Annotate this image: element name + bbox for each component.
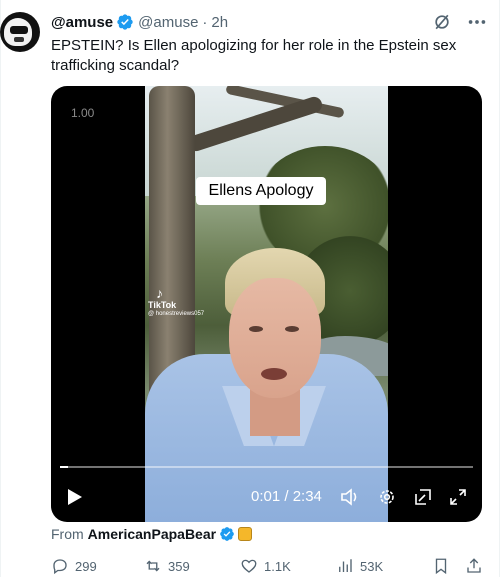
tweet-header: @amuse @amuse · 2h bbox=[51, 12, 228, 32]
more-horizontal-icon[interactable] bbox=[466, 12, 488, 32]
video-source-attribution: From AmericanPapaBear bbox=[51, 524, 253, 544]
tweet-actions: 299 359 1.1K 53K bbox=[51, 556, 491, 576]
video-progress-bar[interactable] bbox=[60, 466, 473, 468]
tweet-text: EPSTEIN? Is Ellen apologizing for her ro… bbox=[51, 37, 457, 74]
tiktok-logo-icon: ♪ bbox=[156, 285, 163, 301]
video-person-eye bbox=[285, 326, 299, 332]
repost-count: 359 bbox=[168, 558, 190, 574]
reply-count: 299 bbox=[75, 558, 97, 574]
play-icon[interactable] bbox=[67, 488, 83, 506]
views-chart-icon bbox=[339, 559, 352, 572]
like-button[interactable]: 1.1K bbox=[240, 556, 291, 576]
volume-icon[interactable] bbox=[340, 488, 360, 506]
bookmark-icon[interactable] bbox=[432, 556, 450, 576]
video-progress-fill bbox=[60, 466, 69, 468]
video-caption: Ellens Apology bbox=[196, 177, 326, 205]
source-account[interactable]: AmericanPapaBear bbox=[88, 526, 216, 542]
share-icon[interactable] bbox=[465, 556, 483, 576]
user-handle[interactable]: @amuse bbox=[138, 14, 198, 31]
avatar-mouth bbox=[14, 37, 24, 42]
video-person-eye bbox=[249, 326, 263, 332]
timestamp[interactable]: 2h bbox=[211, 14, 228, 31]
video-person-face bbox=[229, 278, 321, 398]
fullscreen-icon[interactable] bbox=[449, 488, 467, 506]
views-count: 53K bbox=[360, 558, 384, 574]
settings-gear-icon[interactable] bbox=[378, 488, 396, 506]
avatar-visor bbox=[10, 26, 28, 34]
source-prefix: From bbox=[51, 526, 84, 542]
display-name[interactable]: @amuse bbox=[51, 14, 113, 31]
video-player[interactable]: 1.00 Ellens Apology ♪ TikTok @ honestrev… bbox=[51, 86, 482, 522]
verified-badge-icon bbox=[117, 14, 133, 30]
left-border bbox=[0, 0, 1, 577]
video-person-mouth bbox=[261, 368, 287, 380]
tiktok-brand: TikTok bbox=[148, 300, 177, 310]
tiktok-user: @ honestreviews057 bbox=[148, 311, 205, 317]
separator-dot: · bbox=[202, 13, 208, 31]
avatar[interactable] bbox=[0, 12, 40, 52]
grok-icon[interactable] bbox=[432, 12, 452, 32]
video-timecode: 0:01 / 2:34 bbox=[251, 488, 322, 505]
repost-icon bbox=[146, 560, 160, 572]
reply-button[interactable]: 299 bbox=[51, 556, 97, 576]
like-count: 1.1K bbox=[264, 558, 291, 574]
heart-icon bbox=[241, 559, 257, 573]
reply-icon bbox=[53, 559, 67, 575]
tiktok-watermark: ♪ TikTok @ honestreviews057 bbox=[148, 286, 220, 318]
views-button[interactable]: 53K bbox=[336, 556, 383, 576]
affiliate-badge-icon bbox=[238, 527, 253, 541]
playback-rate: 1.00 bbox=[71, 106, 95, 120]
repost-button[interactable]: 359 bbox=[144, 556, 190, 576]
verified-badge-icon bbox=[220, 527, 234, 541]
picture-in-picture-icon[interactable] bbox=[414, 488, 432, 506]
